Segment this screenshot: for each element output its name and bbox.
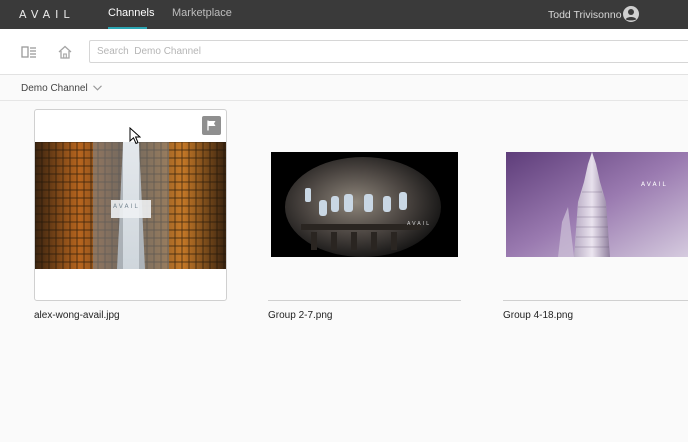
image-watermark: AVAIL bbox=[407, 221, 431, 227]
toolbar bbox=[0, 29, 688, 75]
top-nav-bar: AVAIL Channels Marketplace Todd Trivison… bbox=[0, 0, 688, 29]
flag-icon bbox=[207, 120, 216, 131]
asset-card-divider bbox=[268, 300, 461, 301]
asset-card[interactable]: AVAIL bbox=[503, 109, 688, 301]
tab-channels[interactable]: Channels bbox=[108, 7, 154, 19]
dome-ceiling-image bbox=[271, 152, 458, 257]
flag-button[interactable] bbox=[202, 116, 221, 135]
channel-selector[interactable]: Demo Channel bbox=[21, 83, 88, 94]
sidebar-toggle-icon[interactable] bbox=[20, 43, 38, 61]
breadcrumb-bar: Demo Channel bbox=[0, 75, 688, 101]
asset-thumbnail[interactable]: AVAIL bbox=[506, 152, 688, 257]
user-avatar-icon[interactable] bbox=[623, 6, 639, 22]
tower-image bbox=[506, 152, 688, 257]
asset-card-divider bbox=[503, 300, 688, 301]
asset-name[interactable]: Group 4-18.png bbox=[503, 310, 573, 321]
image-watermark: AVAIL bbox=[641, 181, 668, 188]
asset-card[interactable]: AVAIL bbox=[268, 109, 461, 301]
chevron-down-icon[interactable] bbox=[93, 85, 102, 91]
asset-name[interactable]: Group 2-7.png bbox=[268, 310, 333, 321]
search-field[interactable] bbox=[89, 40, 688, 63]
user-name[interactable]: Todd Trivisonno bbox=[548, 9, 622, 21]
search-input[interactable] bbox=[90, 41, 688, 62]
tab-marketplace[interactable]: Marketplace bbox=[172, 7, 232, 19]
asset-thumbnail[interactable]: AVAIL bbox=[35, 142, 226, 269]
asset-thumbnail[interactable]: AVAIL bbox=[271, 152, 458, 257]
home-icon[interactable] bbox=[56, 43, 74, 61]
asset-name[interactable]: alex-wong-avail.jpg bbox=[34, 310, 120, 321]
image-watermark: AVAIL bbox=[113, 203, 140, 210]
app-logo[interactable]: AVAIL bbox=[19, 8, 75, 21]
mouse-cursor-icon bbox=[129, 127, 141, 145]
